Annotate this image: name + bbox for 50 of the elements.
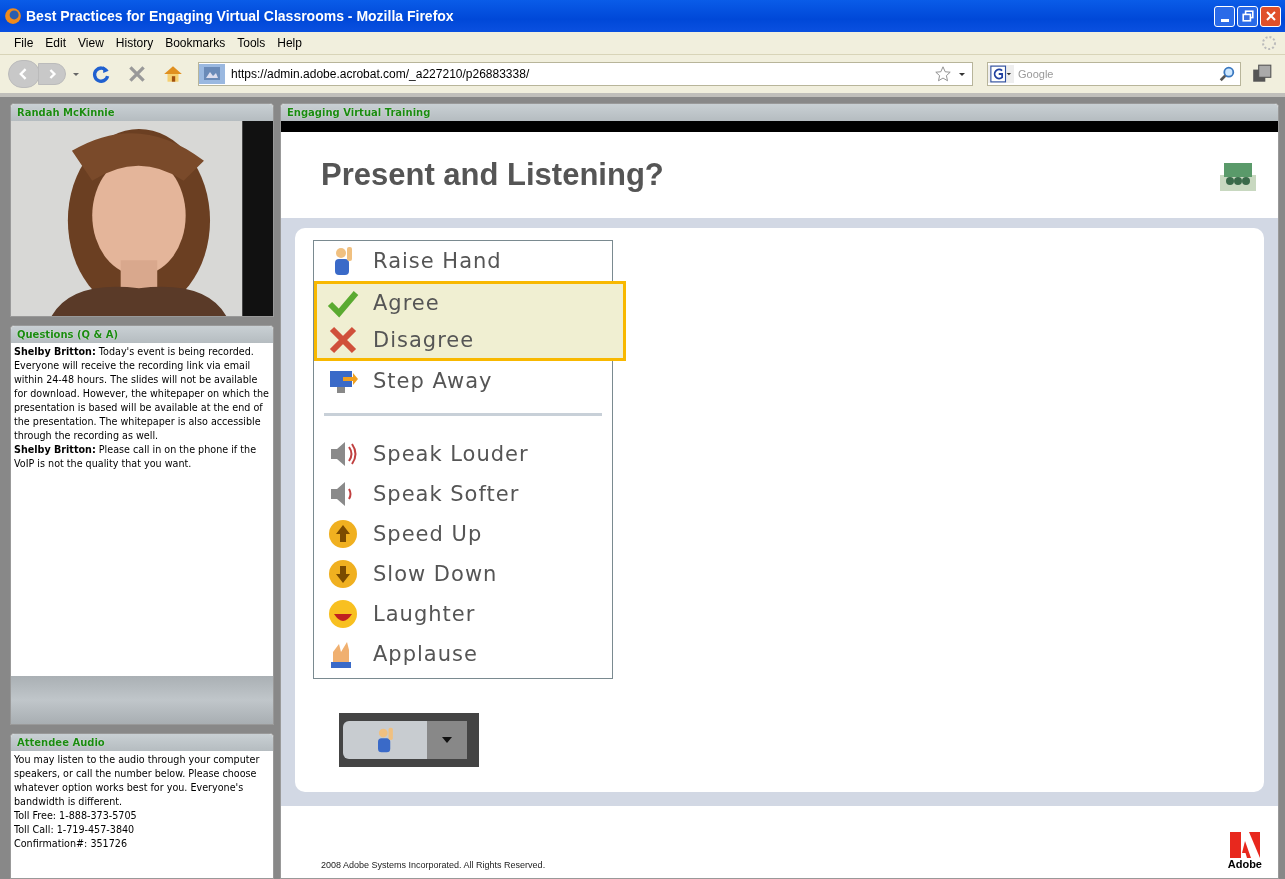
audio-info-text: You may listen to the audio through your computer speakers, or call the number below. Please choose whatever option works best for you. Everyone's bandwidth is different. — [14, 753, 261, 809]
logo-icon — [1229, 832, 1260, 858]
window-title: Best Practices for Engaging Virtual Classrooms - Mozilla Firefox — [26, 8, 455, 24]
close-button[interactable] — [1260, 5, 1281, 27]
chat-message: Shelby Britton: Today's event is being recorded. Everyone will receive the recording link via email within 24-48 hours. The slides will not be available for download. However, the whitepaper on which the presentation is based will be available at the end of the presentation. The whitepaper is also accessible through the recording as well. — [14, 345, 270, 443]
menu-item[interactable]: Edit — [39, 36, 73, 50]
audio-info-text: Toll Free: 1-888-373-5705 — [14, 809, 138, 823]
reload-icon[interactable] — [90, 63, 112, 85]
address-field[interactable]: https://admin.adobe.acrobat.com/_a227210/p26883338/ — [198, 62, 973, 86]
laughing-smiley-icon — [327, 598, 359, 630]
status-item[interactable]: Raise Hand — [314, 241, 612, 281]
menu-item[interactable]: History — [109, 36, 160, 50]
menu-item[interactable]: View — [72, 36, 110, 50]
minimize-button[interactable] — [1214, 5, 1235, 27]
restore-button[interactable] — [1237, 5, 1258, 27]
restore-icon — [1239, 8, 1256, 24]
loading-icon — [1261, 35, 1277, 51]
status-item[interactable]: Speak Louder — [314, 434, 612, 474]
status-item[interactable]: Step Away — [314, 361, 612, 401]
slide-title: Present and Listening? — [321, 157, 665, 193]
status-item[interactable]: Laughter — [314, 594, 612, 634]
status-button[interactable] — [339, 713, 479, 767]
audio-info-text: Confirmation#: 351726 — [14, 837, 128, 851]
status-item[interactable]: Applause — [314, 634, 612, 674]
pod-header: Questions (Q & A) — [11, 326, 273, 343]
windows-icon[interactable] — [1251, 63, 1273, 85]
caret-icon[interactable] — [958, 70, 966, 78]
menu-item[interactable]: Tools — [231, 36, 272, 50]
caret-icon — [442, 737, 452, 743]
logo-text: Adobe — [1227, 858, 1262, 870]
minimize-icon — [1220, 18, 1229, 22]
status-item[interactable]: Speed Up — [314, 514, 612, 554]
status-item[interactable]: Speak Softer — [314, 474, 612, 514]
copyright-text: 2008 Adobe Systems Incorporated. All Rights Reserved. — [321, 860, 547, 870]
status-item[interactable]: Agree — [314, 281, 626, 321]
chat-message: Shelby Britton: Please call in on the phone if the VoIP is not the quality that you want. — [14, 443, 258, 471]
status-item[interactable]: Slow Down — [314, 554, 612, 594]
globe-icon — [4, 7, 22, 25]
pod-header: Engaging Virtual Training — [281, 104, 1278, 121]
search-icon[interactable] — [1218, 65, 1236, 83]
search-engine-icon[interactable] — [988, 65, 1014, 83]
menu-item[interactable]: Bookmarks — [159, 36, 232, 50]
pod-header: Randah McKinnie — [11, 104, 273, 121]
menu-item[interactable]: File — [8, 36, 40, 50]
star-icon[interactable] — [934, 65, 952, 83]
status-item[interactable]: Disagree — [314, 321, 626, 361]
menu-item[interactable]: Help — [271, 36, 308, 50]
site-icon — [199, 64, 225, 84]
audio-info-text: Toll Call: 1-719-457-3840 — [14, 823, 136, 837]
pod-header: Attendee Audio — [11, 734, 273, 751]
